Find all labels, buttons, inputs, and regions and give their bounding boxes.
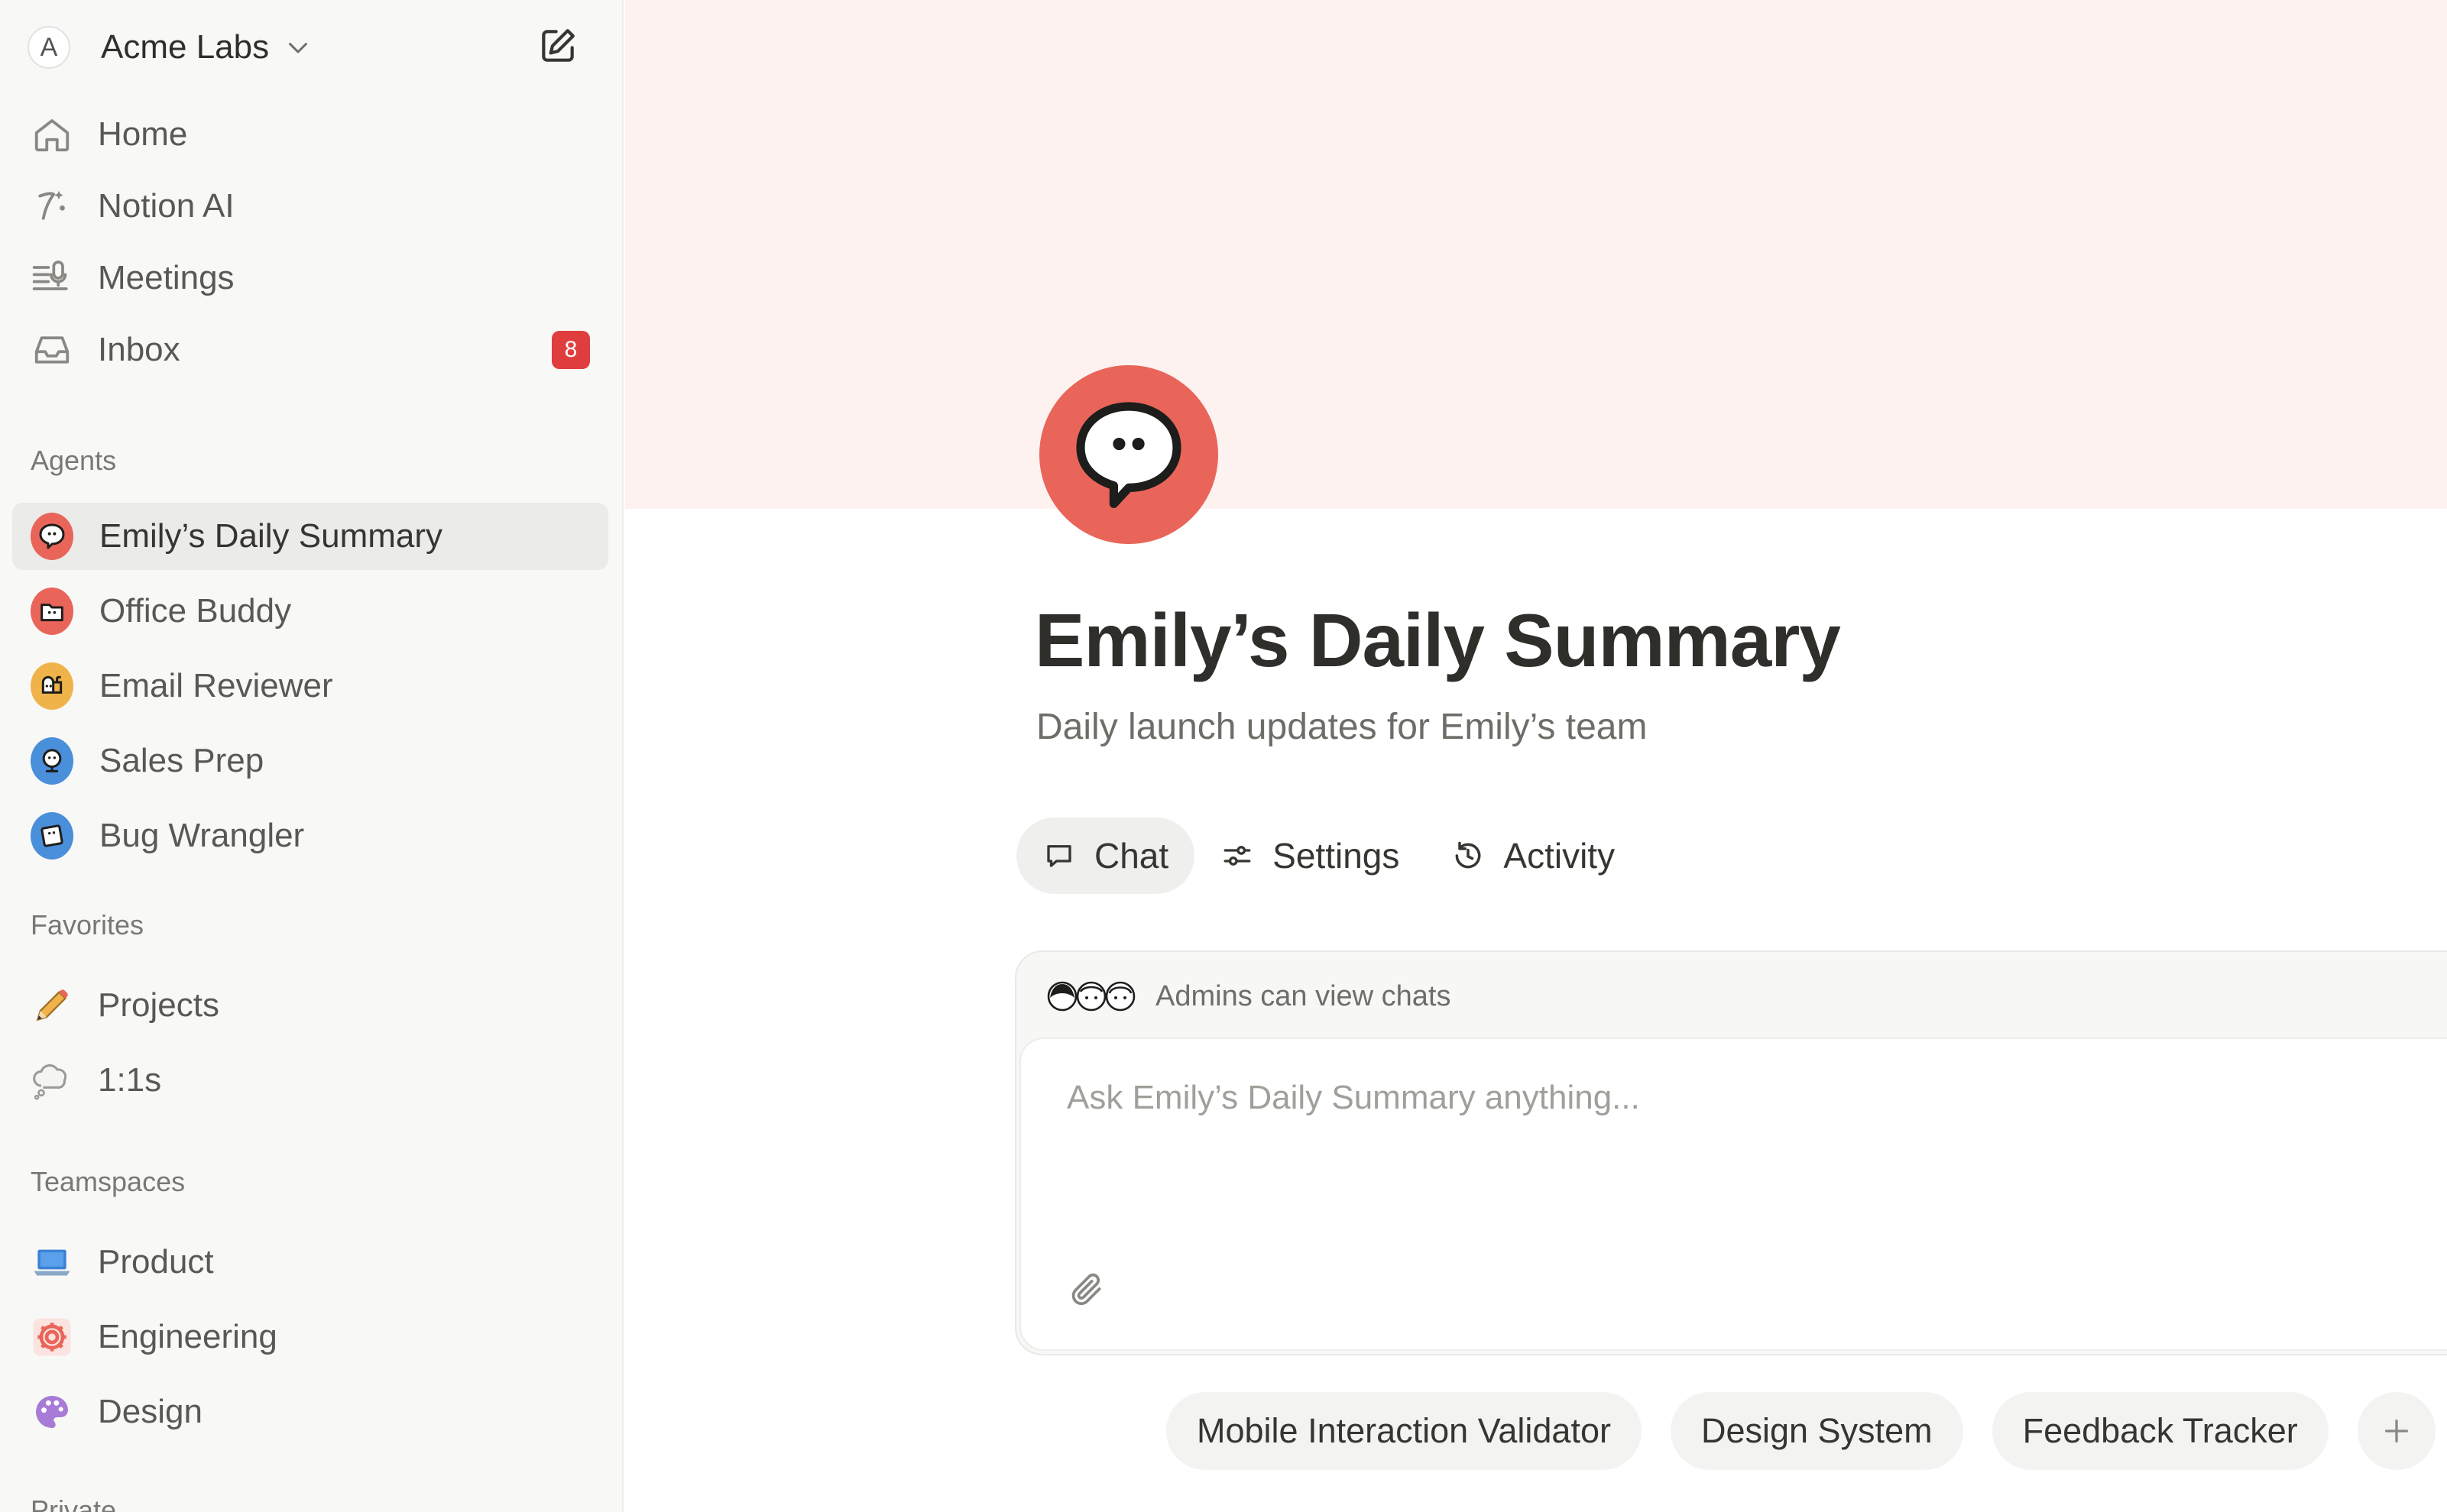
teamspace-item-product[interactable]: Product: [12, 1229, 608, 1296]
tab-chat[interactable]: Chat: [1016, 818, 1195, 894]
favorite-item-1-1s[interactable]: 1:1s: [12, 1047, 608, 1114]
nav-item-home[interactable]: Home: [12, 101, 608, 168]
agent-label: Sales Prep: [99, 742, 264, 779]
page-cover: [625, 0, 2447, 509]
nav-item-meetings[interactable]: Meetings: [12, 244, 608, 312]
admin-avatars: [1047, 979, 1139, 1013]
chat-input[interactable]: Ask Emily’s Daily Summary anything...: [1019, 1038, 2447, 1351]
workspace-switcher[interactable]: A Acme Labs: [28, 23, 312, 72]
thought-bubble-icon: [31, 1059, 73, 1102]
page-title: Emily’s Daily Summary: [1035, 598, 1841, 682]
agent-item-emilys-daily-summary[interactable]: Emily’s Daily Summary: [12, 503, 608, 570]
chat-panel: Admins can view chats Ask Emily’s Daily …: [1015, 950, 2447, 1355]
section-label-teamspaces[interactable]: Teamspaces: [31, 1166, 185, 1198]
chat-bubble-icon: [1042, 839, 1076, 873]
attach-button[interactable]: [1065, 1268, 1108, 1311]
sliders-icon: [1220, 839, 1254, 873]
palette-icon: [31, 1391, 73, 1433]
tab-settings[interactable]: Settings: [1194, 818, 1425, 894]
notion-ai-icon: [31, 185, 73, 228]
nav-item-inbox[interactable]: Inbox 8: [12, 316, 608, 384]
suggestion-chip[interactable]: Feedback Tracker: [1992, 1392, 2329, 1470]
speech-bubble-icon: [31, 513, 73, 560]
suggestion-chips: Mobile Interaction Validator Design Syst…: [1166, 1392, 2436, 1470]
inbox-count-badge: 8: [552, 331, 590, 369]
admin-avatar-icon: [1105, 981, 1136, 1012]
teamspace-item-design[interactable]: Design: [12, 1378, 608, 1446]
agent-label: Email Reviewer: [99, 667, 333, 704]
plus-icon: [2384, 1420, 2408, 1442]
teamspace-label: Design: [98, 1393, 203, 1430]
agent-item-email-reviewer[interactable]: Email Reviewer: [12, 652, 608, 720]
suggestion-chip[interactable]: Mobile Interaction Validator: [1166, 1392, 1642, 1470]
nav-item-label: Meetings: [98, 259, 235, 296]
tab-label: Chat: [1094, 836, 1169, 876]
agent-item-bug-wrangler[interactable]: Bug Wrangler: [12, 802, 608, 869]
chat-visibility-note: Admins can view chats: [1155, 979, 1451, 1012]
mailbox-icon: [31, 662, 73, 710]
agent-item-sales-prep[interactable]: Sales Prep: [12, 727, 608, 795]
nav-item-notion-ai[interactable]: Notion AI: [12, 173, 608, 240]
agent-item-office-buddy[interactable]: Office Buddy: [12, 578, 608, 645]
nav-item-label: Inbox: [98, 331, 180, 368]
tab-label: Activity: [1503, 836, 1616, 876]
page-description: Daily launch updates for Emily’s team: [1036, 707, 1648, 747]
section-label-favorites[interactable]: Favorites: [31, 909, 144, 941]
note-card-icon: [31, 812, 73, 860]
section-label-private[interactable]: Private: [31, 1494, 116, 1512]
agent-label: Emily’s Daily Summary: [99, 517, 443, 555]
favorite-label: 1:1s: [98, 1061, 162, 1099]
chat-input-placeholder: Ask Emily’s Daily Summary anything...: [1067, 1079, 1640, 1116]
suggestion-chip[interactable]: Design System: [1670, 1392, 1963, 1470]
speech-bubble-icon[interactable]: [1039, 365, 1218, 544]
teamspace-item-engineering[interactable]: Engineering: [12, 1303, 608, 1371]
chat-visibility-row: Admins can view chats: [1047, 975, 1451, 1018]
workspace-avatar: A: [28, 26, 70, 69]
meetings-icon: [31, 257, 73, 299]
agent-label: Bug Wrangler: [99, 817, 305, 854]
new-page-button[interactable]: [535, 23, 581, 69]
add-suggestion-button[interactable]: [2357, 1392, 2436, 1470]
inbox-icon: [31, 329, 73, 371]
laptop-icon: [31, 1241, 73, 1284]
favorite-label: Projects: [98, 986, 219, 1024]
nav-item-label: Home: [98, 115, 188, 153]
nav-item-label: Notion AI: [98, 187, 235, 225]
pencil-icon: [31, 984, 73, 1027]
tab-label: Settings: [1272, 836, 1400, 876]
workspace-name: Acme Labs: [101, 28, 270, 66]
teamspace-label: Engineering: [98, 1318, 277, 1355]
tab-activity[interactable]: Activity: [1425, 818, 1641, 894]
sidebar: A Acme Labs Home Notion AI Meetings Inbo…: [0, 0, 624, 1512]
chevron-down-icon: [289, 43, 308, 53]
folder-face-icon: [31, 588, 73, 635]
history-icon: [1451, 839, 1485, 873]
tab-bar: Chat Settings Activity: [1016, 818, 1641, 894]
agent-label: Office Buddy: [99, 592, 292, 630]
teamspace-label: Product: [98, 1243, 214, 1281]
favorite-item-projects[interactable]: Projects: [12, 972, 608, 1039]
home-icon: [31, 113, 73, 156]
paperclip-icon: [1071, 1273, 1101, 1306]
admin-avatar-icon: [1047, 981, 1078, 1012]
section-label-agents[interactable]: Agents: [31, 445, 116, 477]
compose-icon: [542, 29, 575, 62]
gear-icon: [31, 1316, 73, 1358]
globe-icon: [31, 737, 73, 785]
admin-avatar-icon: [1076, 981, 1107, 1012]
